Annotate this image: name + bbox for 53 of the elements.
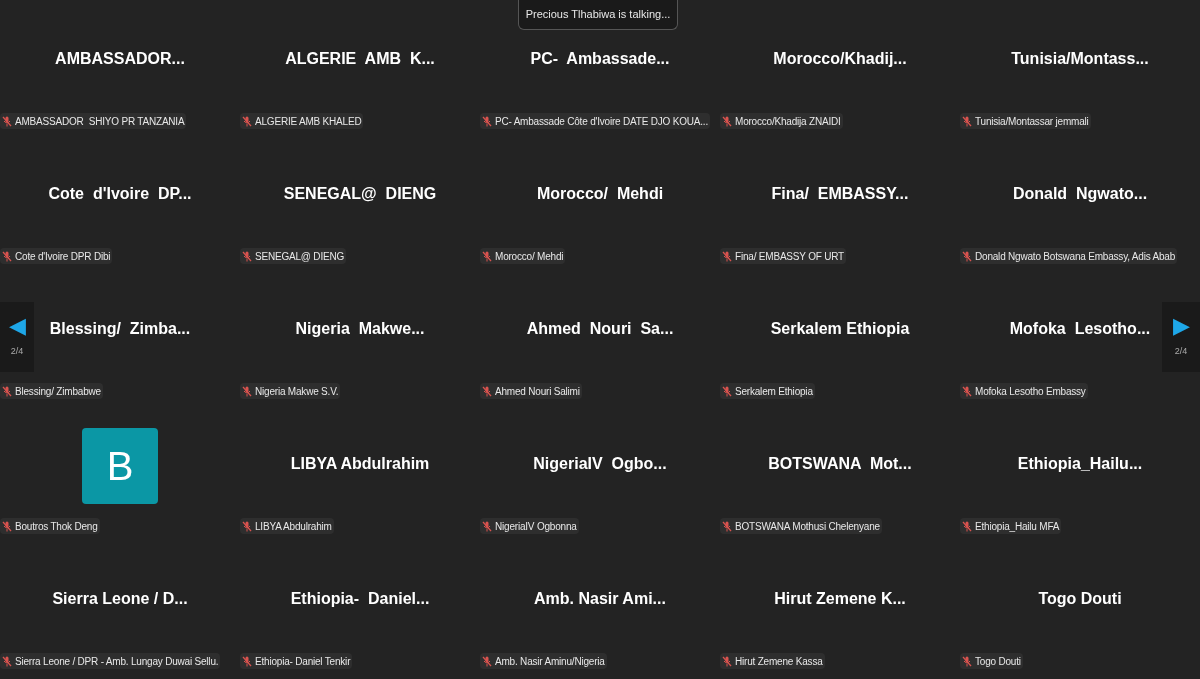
participant-display-name: PC- Ambassade... <box>530 48 670 69</box>
participant-name-label: Ethiopia_Hailu MFA <box>960 518 1062 534</box>
participant-display-name: SENEGAL@ DIENG <box>283 183 437 204</box>
participant-display-name: Tunisia/Montass... <box>1011 48 1149 69</box>
previous-page-button[interactable]: ◀ 2/4 <box>0 302 34 372</box>
participant-display-name: Blessing/ Zimba... <box>49 318 191 339</box>
participant-display-name: Cote d'Ivoire DP... <box>48 183 192 204</box>
participant-name-label: Tunisia/Montassar jemmali <box>960 113 1091 129</box>
avatar-tile: B <box>82 428 158 504</box>
participant-name-label: BOTSWANA Mothusi Chelenyane <box>720 518 882 534</box>
participant-display-name: Sierra Leone / D... <box>52 588 188 609</box>
participant-display-name: NigeriaIV Ogbo... <box>533 453 667 474</box>
participant-display-name: Ethiopia- Daniel... <box>290 588 430 609</box>
participant-name-label: Ahmed Nouri Salimi <box>480 383 582 399</box>
participant-name-label: Sierra Leone / DPR - Amb. Lungay Duwai Sellu. <box>0 653 221 669</box>
participant-name-label: SENEGAL@ DIENG <box>240 248 347 264</box>
participant-name-label: Serkalem Ethiopia <box>720 383 815 399</box>
participant-name-label: Fina/ EMBASSY OF URT <box>720 248 846 264</box>
participant-display-name: AMBASSADOR... <box>55 48 185 69</box>
participant-name-label: LIBYA Abdulrahim <box>240 518 334 534</box>
participant-display-name: Donald Ngwato... <box>1012 183 1148 204</box>
participant-display-name: Serkalem Ethiopia <box>770 318 910 339</box>
participant-name-label: PC- Ambassade Côte d'Ivoire DATE DJO KOUA... <box>480 113 710 129</box>
participant-name-label: Mofoka Lesotho Embassy <box>960 383 1088 399</box>
participant-name-label: Donald Ngwato Botswana Embassy, Adis Abab <box>960 248 1178 264</box>
participant-name-label: Ethiopia- Daniel Tenkir <box>240 653 353 669</box>
talking-indicator: Precious Tlhabiwa is talking... <box>518 0 678 30</box>
participant-display-name: LIBYA Abdulrahim <box>290 453 430 474</box>
participant-name-label: Togo Douti <box>960 653 1023 669</box>
participant-display-name: BOTSWANA Mot... <box>768 453 912 474</box>
participant-display-name: Morocco/ Mehdi <box>536 183 664 204</box>
participant-name-label: AMBASSADOR SHIYO PR TANZANIA <box>0 113 187 129</box>
participant-display-name: Togo Douti <box>1038 588 1122 609</box>
participant-display-name: Amb. Nasir Ami... <box>534 588 666 609</box>
participant-display-name: Hirut Zemene K... <box>774 588 906 609</box>
participant-name-label: Morocco/ Mehdi <box>480 248 566 264</box>
participant-name-label: Amb. Nasir Aminu/Nigeria <box>480 653 607 669</box>
next-page-button[interactable]: ▶ 2/4 <box>1162 302 1200 372</box>
participant-display-name: Ethiopia_Hailu... <box>1017 453 1143 474</box>
participant-name-label: Cote d'Ivoire DPR Dibi <box>0 248 113 264</box>
participant-name-label: Morocco/Khadija ZNAIDI <box>720 113 843 129</box>
participant-display-name: Nigeria Makwe... <box>295 318 425 339</box>
participant-name-label: Hirut Zemene Kassa <box>720 653 825 669</box>
participant-display-name: ALGERIE AMB K... <box>285 48 435 69</box>
participant-name-label: Boutros Thok Deng <box>0 518 100 534</box>
participant-display-name: Fina/ EMBASSY... <box>771 183 909 204</box>
participant-name-label: Blessing/ Zimbabwe <box>0 383 103 399</box>
participant-display-name: Ahmed Nouri Sa... <box>526 318 674 339</box>
participant-display-name: Mofoka Lesotho... <box>1009 318 1151 339</box>
participant-name-label: Nigeria Makwe S.V. <box>240 383 341 399</box>
participant-name-label: NigeriaIV Ogbonna <box>480 518 579 534</box>
participant-display-name: Morocco/Khadij... <box>773 48 907 69</box>
participant-name-label: ALGERIE AMB KHALED <box>240 113 364 129</box>
